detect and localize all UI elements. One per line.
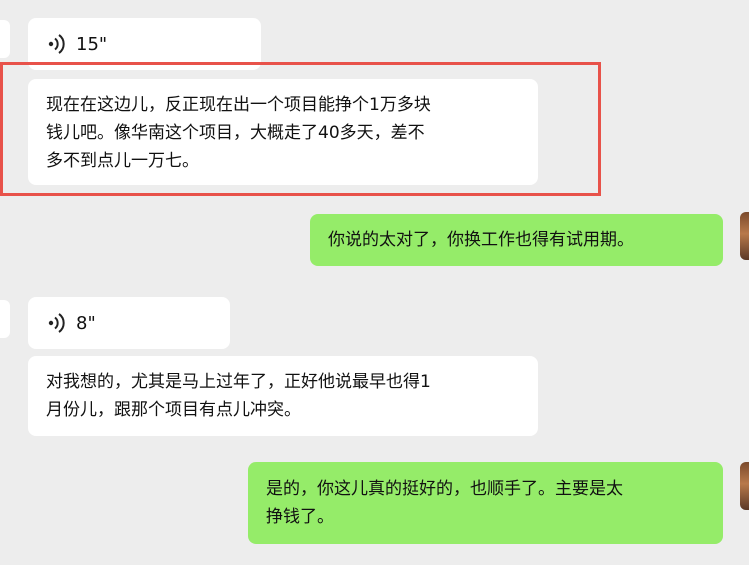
message-bubble[interactable]: 对我想的，尤其是马上过年了，正好他说最早也得1 月份儿，跟那个项目有点儿冲突。 <box>28 356 538 436</box>
message-bubble[interactable]: 现在在这边儿，反正现在出一个项目能挣个1万多块 钱儿吧。像华南这个项目，大概走了… <box>28 79 538 185</box>
voice-duration: 8" <box>76 312 96 334</box>
message-bubble[interactable]: 你说的太对了，你换工作也得有试用期。 <box>310 214 723 266</box>
self-avatar[interactable] <box>740 212 749 260</box>
contact-avatar[interactable] <box>0 300 10 338</box>
message-bubble[interactable]: 是的，你这儿真的挺好的，也顺手了。主要是太 挣钱了。 <box>248 462 723 544</box>
voice-wave-icon <box>48 313 65 333</box>
self-avatar[interactable] <box>740 462 749 510</box>
voice-message[interactable]: 8" <box>28 297 230 349</box>
voice-duration: 15" <box>76 33 108 55</box>
contact-avatar[interactable] <box>0 20 10 58</box>
voice-wave-icon <box>48 34 65 54</box>
